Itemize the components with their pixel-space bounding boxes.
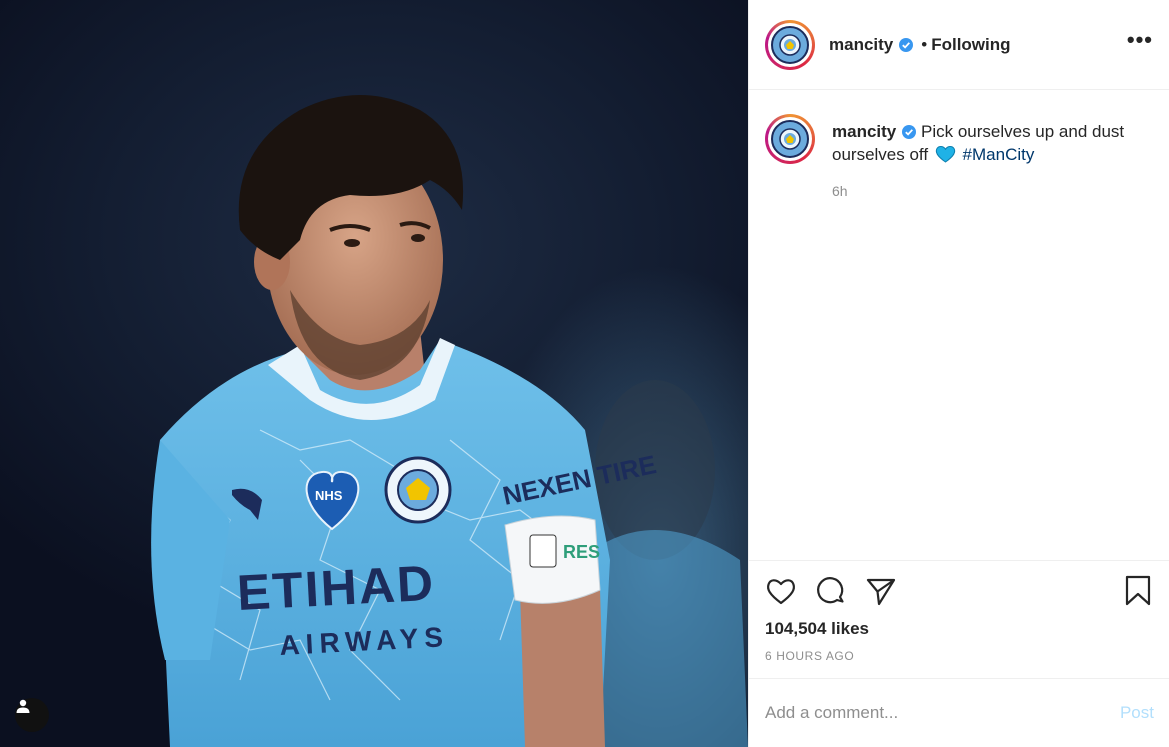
post-side-panel: mancity • Following ••• mancity Pick our…: [748, 0, 1169, 747]
comment-button[interactable]: [815, 575, 847, 607]
caption-time-ago: 6h: [832, 183, 848, 199]
instagram-post: RES NEXEN TIRE NHS ETIHAD AIRWAYS mancit…: [0, 0, 1169, 747]
following-button[interactable]: Following: [931, 35, 1010, 55]
comment-icon: [817, 577, 844, 604]
caption-avatar[interactable]: [765, 114, 815, 164]
bookmark-icon: [1125, 575, 1151, 606]
heart-icon: [767, 579, 795, 605]
more-options-button[interactable]: •••: [1127, 28, 1153, 61]
tagged-users-button[interactable]: [15, 698, 49, 732]
armband-text: RES: [563, 542, 600, 562]
player-illustration: RES NEXEN TIRE NHS ETIHAD AIRWAYS: [151, 95, 748, 747]
blue-heart-emoji-icon: [935, 146, 956, 163]
likes-count[interactable]: 104,504 likes: [765, 619, 1154, 639]
like-button[interactable]: [765, 575, 797, 607]
caption-username[interactable]: mancity: [832, 122, 896, 141]
caption-body: mancity Pick ourselves up and dust ourse…: [832, 114, 1152, 203]
comment-bar: Post: [749, 678, 1169, 747]
club-crest-icon: [771, 25, 809, 64]
user-tag-icon: [16, 699, 30, 713]
hashtag-link[interactable]: #ManCity: [963, 145, 1035, 164]
save-button[interactable]: [1122, 575, 1154, 607]
post-caption: mancity Pick ourselves up and dust ourse…: [749, 90, 1169, 203]
verified-badge-icon: [902, 125, 917, 139]
verified-badge-icon: [899, 37, 914, 52]
header-username[interactable]: mancity: [829, 35, 893, 55]
header-avatar[interactable]: [765, 19, 815, 70]
paper-plane-icon: [866, 578, 896, 606]
post-actions: 104,504 likes 6 HOURS AGO: [749, 560, 1169, 678]
club-crest-icon: [771, 120, 809, 158]
sponsor-etihad-text: ETIHAD: [236, 555, 437, 621]
action-icon-row: [765, 575, 1154, 607]
post-header: mancity • Following •••: [749, 0, 1169, 90]
header-separator: •: [921, 34, 928, 54]
share-button[interactable]: [865, 575, 897, 607]
post-photo[interactable]: RES NEXEN TIRE NHS ETIHAD AIRWAYS: [0, 0, 748, 747]
post-comment-button[interactable]: Post: [1120, 703, 1154, 723]
nhs-badge-text: NHS: [315, 488, 343, 503]
posted-time[interactable]: 6 HOURS AGO: [765, 649, 1154, 663]
comment-input[interactable]: [765, 703, 1120, 723]
